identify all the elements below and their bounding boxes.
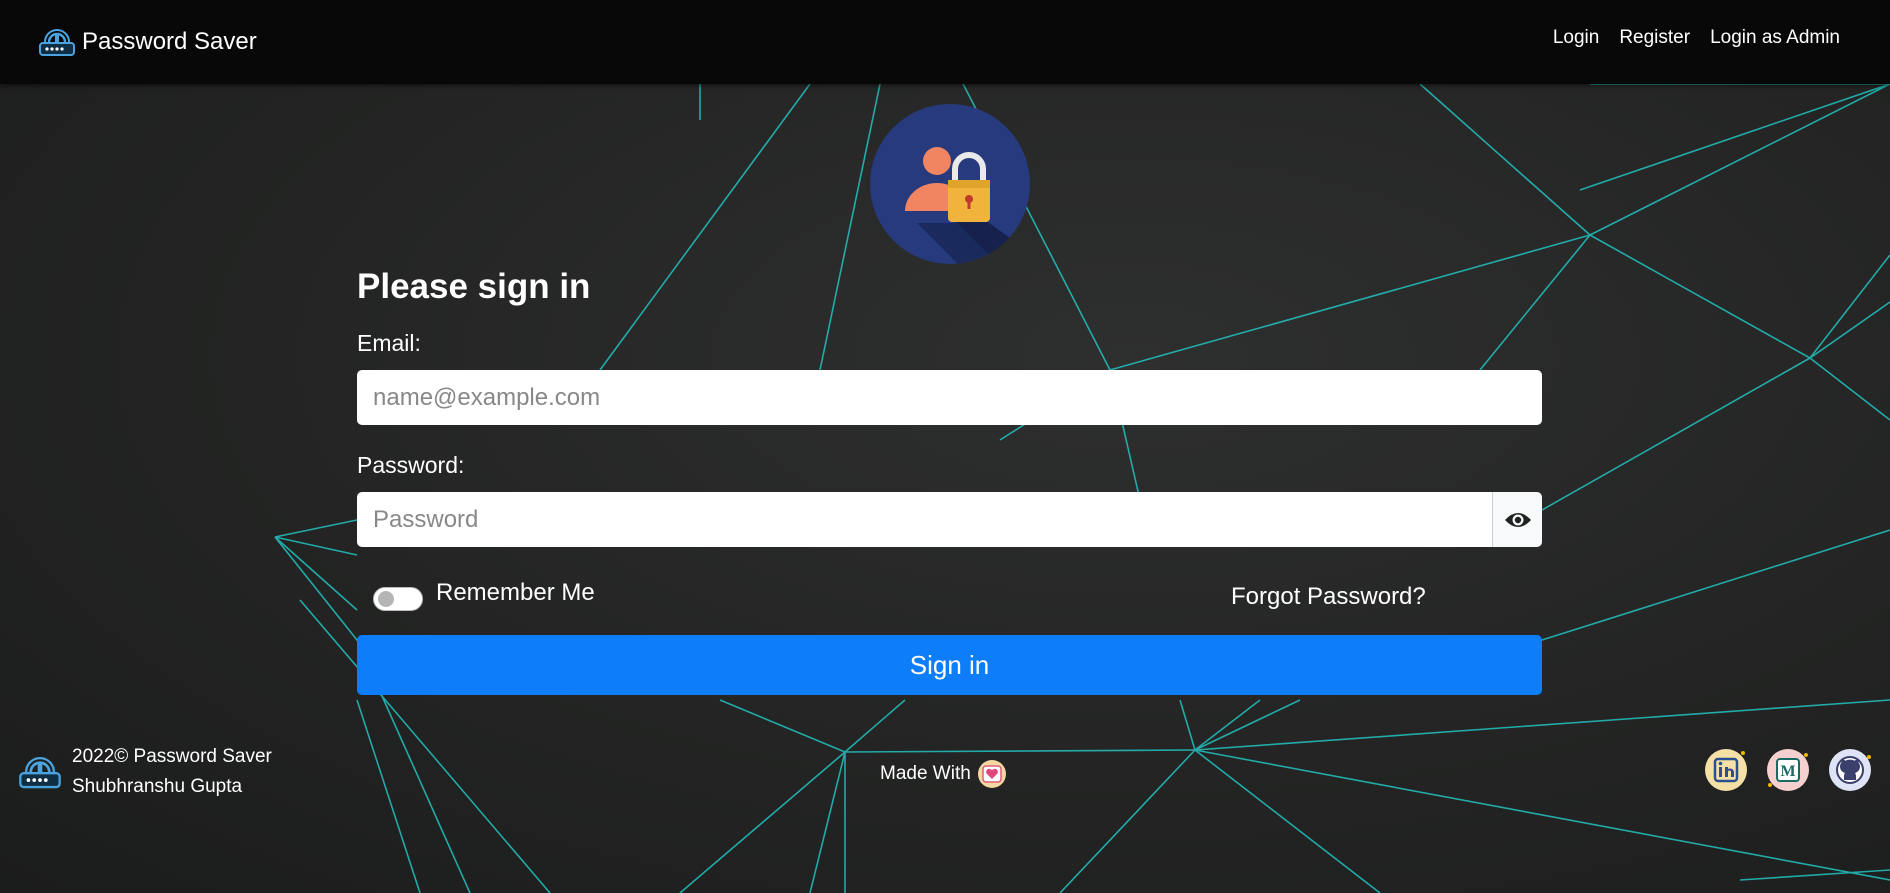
options-row: Remember Me Forgot Password? [357,547,1542,635]
footer-text: 2022© Password Saver Shubhranshu Gupta [72,742,272,802]
heart-icon [977,760,1006,788]
navbar-brand[interactable]: Password Saver [38,24,257,60]
user-lock-avatar [869,103,1031,265]
social-links: M [1703,747,1873,793]
email-label: Email: [357,330,421,356]
signin-button[interactable]: Sign in [357,635,1542,695]
email-field[interactable] [357,370,1542,425]
footer-copyright: 2022© Password Saver [72,746,272,767]
footer-info: 2022© Password Saver Shubhranshu Gupta [18,742,272,802]
password-row [357,492,1542,547]
toggle-password-button[interactable] [1492,492,1542,547]
remember-me-label[interactable]: Remember Me [436,579,595,607]
eye-icon [1504,512,1531,527]
password-field[interactable] [357,492,1492,547]
router-icon [39,29,75,56]
forgot-password-link[interactable]: Forgot Password? [1231,583,1426,611]
form-heading: Please sign in [357,267,591,306]
made-with-label: Made With [880,763,971,784]
password-label: Password: [357,452,465,478]
svg-text:M: M [1780,763,1795,780]
made-with: Made With [880,757,1009,791]
router-icon [19,757,61,789]
brand-name: Password Saver [82,28,257,55]
linkedin-icon[interactable] [1703,747,1749,793]
nav-admin-login-link[interactable]: Login as Admin [1710,27,1840,49]
nav-register-link[interactable]: Register [1619,27,1690,49]
medium-icon[interactable]: M [1765,747,1811,793]
github-icon[interactable] [1827,747,1873,793]
nav-login-link[interactable]: Login [1553,27,1600,49]
toggle-knob [378,591,394,607]
signin-form: Please sign in Email: Password: Remember… [357,262,1542,695]
remember-me-toggle[interactable] [373,587,423,611]
footer-author: Shubhranshu Gupta [72,776,243,797]
nav-links: Login Register Login as Admin [1553,27,1840,49]
navbar: Password Saver Login Register Login as A… [0,0,1890,84]
user-lock-icon [870,104,1030,264]
